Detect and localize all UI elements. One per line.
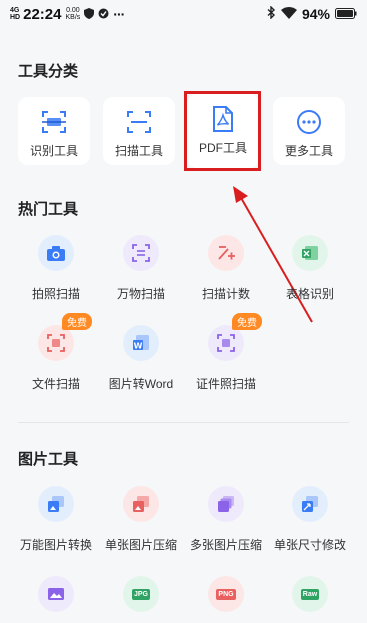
battery-level: 94% — [301, 6, 330, 22]
free-badge: 免费 — [62, 313, 92, 330]
tool-png[interactable]: PNG — [184, 576, 268, 612]
count-icon — [208, 235, 244, 271]
wifi-icon — [280, 6, 297, 22]
image-edit-icon — [38, 576, 74, 612]
tool-multi-image-compress[interactable]: 多张图片压缩 — [184, 486, 268, 553]
bluetooth-icon — [267, 5, 276, 22]
category-label: 扫描工具 — [114, 144, 163, 158]
scan-all-icon — [123, 235, 159, 271]
tool-label: 证件照扫描 — [195, 377, 256, 391]
tool-jpg[interactable]: JPG — [99, 576, 183, 612]
tool-label: 单张尺寸修改 — [273, 538, 346, 552]
image-convert-icon — [38, 486, 74, 522]
raw-icon: Raw — [292, 576, 328, 612]
category-scan-tools[interactable]: 扫描工具 — [103, 97, 175, 165]
svg-text:W: W — [134, 342, 143, 351]
category-recognize-tools[interactable]: 识别工具 — [18, 97, 90, 165]
tool-image-edit[interactable] — [14, 576, 98, 612]
tool-image-convert[interactable]: 万能图片转换 — [14, 486, 98, 553]
recognize-icon — [41, 109, 67, 135]
section-divider — [18, 422, 349, 423]
scan-frame-icon — [126, 109, 152, 135]
jpg-icon: JPG — [123, 576, 159, 612]
tool-universal-scan[interactable]: 万物扫描 — [99, 235, 183, 302]
shield-icon — [84, 6, 95, 22]
multi-compress-icon — [208, 486, 244, 522]
tool-label: 图片转Word — [108, 377, 174, 391]
section-title-tool-category: 工具分类 — [18, 63, 79, 80]
battery-icon — [335, 6, 357, 22]
tool-label: 表格识别 — [285, 287, 334, 301]
excel-icon — [292, 235, 328, 271]
tool-table-recognition[interactable]: 表格识别 — [268, 235, 352, 302]
resize-icon — [292, 486, 328, 522]
png-icon: PNG — [208, 576, 244, 612]
tool-image-to-word[interactable]: W 图片转Word — [99, 325, 183, 392]
status-bar: 4G HD 22:24 0.00 KB/s ··· 94% — [0, 0, 367, 28]
tool-single-resize[interactable]: 单张尺寸修改 — [268, 486, 352, 553]
category-label: 识别工具 — [29, 144, 78, 158]
tool-label: 万物扫描 — [116, 287, 165, 301]
clock: 22:24 — [23, 5, 62, 23]
tool-label: 拍照扫描 — [31, 287, 80, 301]
network-speed: 0.00 KB/s — [65, 7, 81, 21]
pdf-tool-highlight-box — [184, 91, 261, 171]
tool-scan-count[interactable]: 扫描计数 — [184, 235, 268, 302]
tool-single-image-compress[interactable]: 单张图片压缩 — [99, 486, 183, 553]
tool-file-scan[interactable]: 免费 文件扫描 — [14, 313, 98, 392]
tool-label: 扫描计数 — [201, 287, 250, 301]
tool-label: 多张图片压缩 — [189, 538, 262, 552]
camera-icon — [38, 235, 74, 271]
category-label: 更多工具 — [284, 144, 333, 158]
category-more-tools[interactable]: 更多工具 — [273, 97, 345, 165]
network-indicator: 4G HD — [10, 7, 21, 21]
more-dots-icon — [296, 109, 322, 135]
section-title-image-tools: 图片工具 — [18, 451, 79, 468]
image-compress-icon — [123, 486, 159, 522]
free-badge: 免费 — [232, 313, 262, 330]
vpn-shield-icon — [98, 6, 109, 22]
tool-label: 单张图片压缩 — [104, 538, 177, 552]
more-notifications-icon: ··· — [113, 6, 125, 22]
tool-label: 万能图片转换 — [19, 538, 92, 552]
tool-label: 文件扫描 — [31, 377, 80, 391]
tool-id-photo-scan[interactable]: 免费 证件照扫描 — [184, 313, 268, 392]
section-title-hot-tools: 热门工具 — [18, 201, 79, 218]
file-scan-icon: 免费 — [38, 313, 92, 361]
id-photo-icon: 免费 — [208, 313, 262, 361]
word-icon: W — [123, 325, 159, 361]
tool-raw[interactable]: Raw — [268, 576, 352, 612]
tool-photo-scan[interactable]: 拍照扫描 — [14, 235, 98, 302]
